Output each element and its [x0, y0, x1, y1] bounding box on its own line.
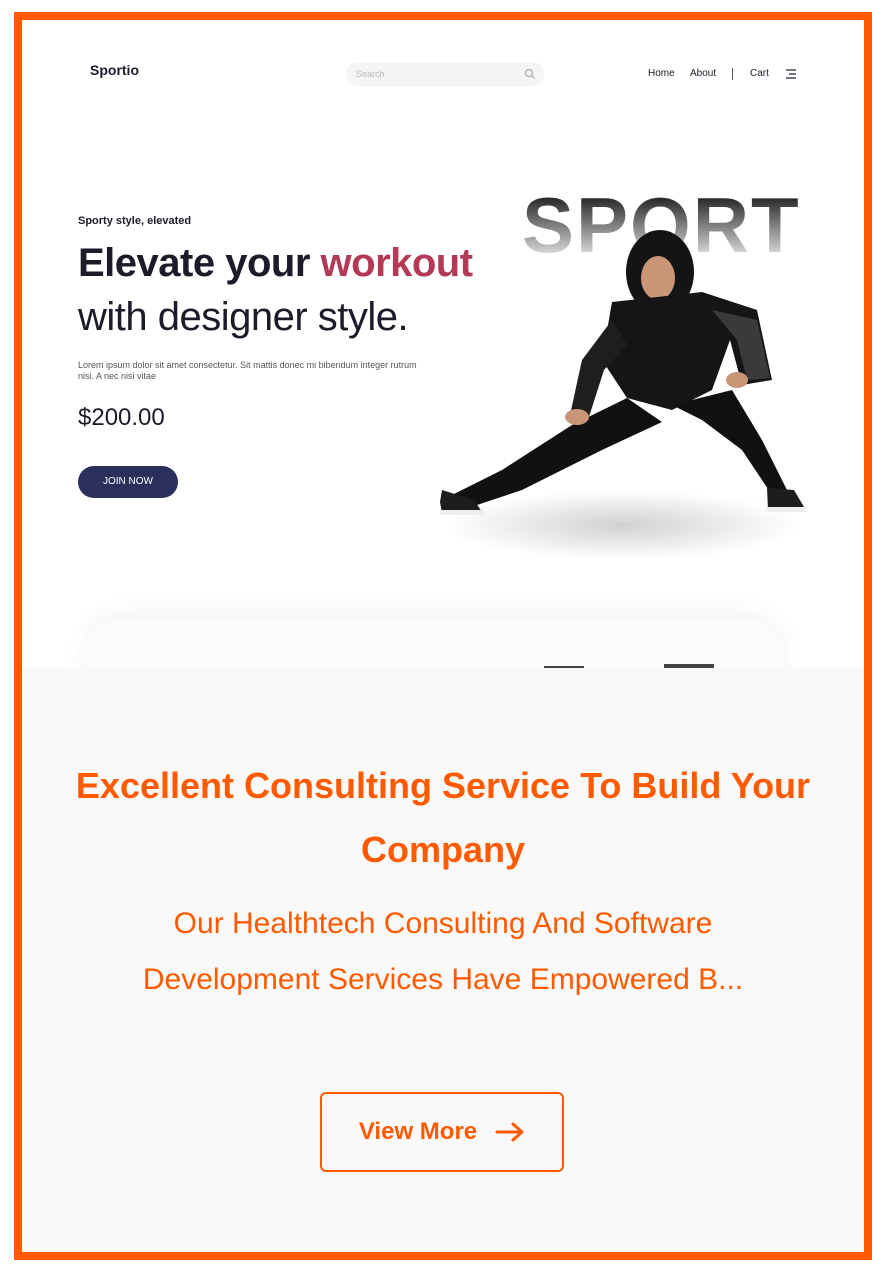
overlay-subtitle: Our Healthtech Consulting And Software D…: [142, 907, 744, 996]
hero-price: $200.00: [78, 404, 165, 431]
search-icon[interactable]: [524, 68, 536, 80]
headline-part1: Elevate your: [78, 241, 310, 285]
brand-logo[interactable]: Sportio: [90, 62, 139, 78]
nav-cart[interactable]: Cart: [750, 68, 769, 79]
overlay-title: Excellent Consulting Service To Build Yo…: [75, 765, 811, 870]
hero-eyebrow: Sporty style, elevated: [78, 215, 192, 227]
nav-home[interactable]: Home: [648, 68, 675, 79]
brand-strip: [84, 618, 784, 668]
nav-about[interactable]: About: [690, 68, 716, 79]
search-input[interactable]: Search: [346, 62, 544, 86]
nav-divider: [732, 68, 733, 80]
view-more-button[interactable]: View More: [320, 1092, 564, 1172]
search-placeholder: Search: [356, 69, 385, 79]
info-overlay: Excellent Consulting Service To Build Yo…: [22, 668, 864, 1252]
menu-icon[interactable]: [785, 68, 797, 80]
website-screenshot: Sportio Search Home About Cart Sporty st…: [22, 20, 864, 668]
view-more-label: View More: [358, 1118, 478, 1145]
hero-body: Lorem ipsum dolor sit amet consectetur. …: [78, 360, 417, 381]
arrow-right-icon: [495, 1122, 524, 1142]
athlete-image: [440, 230, 806, 515]
join-now-button[interactable]: JOIN NOW: [78, 466, 178, 498]
preview-card[interactable]: Sportio Search Home About Cart Sporty st…: [14, 12, 872, 1260]
